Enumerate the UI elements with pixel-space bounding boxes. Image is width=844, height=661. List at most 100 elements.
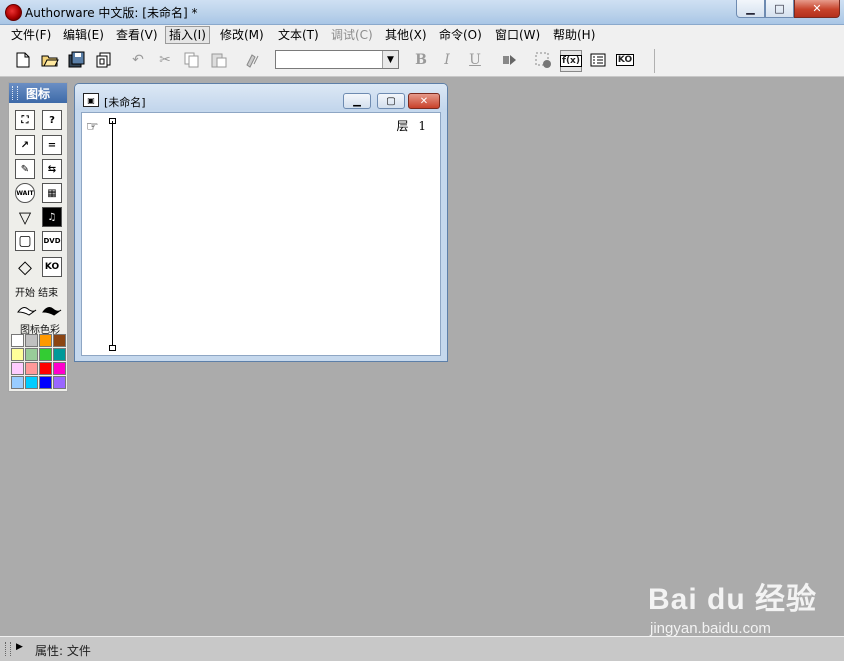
control-panel-icon[interactable] bbox=[533, 50, 553, 70]
color-swatch[interactable] bbox=[11, 376, 24, 389]
start-flag-icon[interactable] bbox=[17, 300, 37, 320]
close-button[interactable]: ✕ bbox=[794, 0, 840, 18]
menu-modify[interactable]: 修改(M) bbox=[217, 27, 267, 43]
font-select[interactable]: ▼ bbox=[275, 50, 399, 69]
erase-icon-tool[interactable]: ✎ bbox=[15, 159, 35, 179]
color-swatch[interactable] bbox=[25, 376, 38, 389]
watermark-url: jingyan.baidu.com bbox=[650, 620, 771, 637]
layer-indicator: 层 1 bbox=[397, 117, 426, 134]
color-swatch[interactable] bbox=[25, 348, 38, 361]
child-restore-button[interactable]: ▢ bbox=[377, 93, 405, 109]
color-swatch[interactable] bbox=[25, 362, 38, 375]
design-window-title: [未命名] bbox=[104, 96, 146, 109]
window-title: Authorware 中文版: [未命名] * bbox=[25, 6, 198, 20]
window-controls: ▁ □ ✕ bbox=[736, 0, 840, 18]
color-swatch[interactable] bbox=[25, 334, 38, 347]
color-swatch[interactable] bbox=[53, 348, 66, 361]
import-icon[interactable] bbox=[94, 50, 114, 70]
chevron-down-icon[interactable]: ▼ bbox=[382, 51, 398, 68]
undo-icon[interactable]: ↶ bbox=[128, 50, 148, 70]
toolbar-divider bbox=[654, 49, 655, 73]
ko-label: KO bbox=[615, 54, 635, 66]
color-swatch[interactable] bbox=[11, 362, 24, 375]
underline-button[interactable]: U bbox=[465, 50, 485, 70]
color-swatch[interactable] bbox=[11, 348, 24, 361]
menu-other[interactable]: 其他(X) bbox=[382, 27, 430, 43]
title-bar[interactable]: Authorware 中文版: [未命名] * ▁ □ ✕ bbox=[0, 0, 844, 25]
knowledge-objects-icon[interactable]: KO bbox=[615, 50, 635, 70]
menu-edit[interactable]: 编辑(E) bbox=[60, 27, 107, 43]
watermark-brand: Bai du 经验 bbox=[648, 583, 818, 616]
menu-window[interactable]: 窗口(W) bbox=[492, 27, 543, 43]
display-icon-tool[interactable]: ⛶ bbox=[15, 110, 35, 130]
map-icon-tool[interactable]: ▢ bbox=[15, 231, 35, 251]
palette-header[interactable]: 图标 bbox=[9, 83, 67, 103]
flowline-window-icon: ▣ bbox=[83, 93, 99, 107]
functions-icon[interactable]: f(x) bbox=[560, 50, 582, 72]
color-swatch[interactable] bbox=[53, 334, 66, 347]
authorware-logo-icon[interactable] bbox=[5, 4, 22, 21]
grip-handle[interactable] bbox=[12, 86, 18, 100]
color-swatch[interactable] bbox=[39, 334, 52, 347]
minimize-button[interactable]: ▁ bbox=[736, 0, 765, 18]
design-window[interactable]: ▣ [未命名] ▁ ▢ ✕ ☞ 层 1 bbox=[74, 83, 448, 362]
find-icon[interactable] bbox=[243, 50, 263, 70]
decision-icon-tool[interactable]: ? bbox=[42, 110, 62, 130]
sound-icon-tool[interactable]: ♫ bbox=[42, 207, 62, 227]
menu-file[interactable]: 文件(F) bbox=[8, 27, 54, 43]
flowline-end-cap bbox=[109, 345, 116, 351]
menu-help[interactable]: 帮助(H) bbox=[550, 27, 598, 43]
main-flowline[interactable] bbox=[112, 121, 113, 347]
framework-icon-tool[interactable]: ▽ bbox=[15, 207, 35, 227]
new-file-icon[interactable] bbox=[13, 50, 33, 70]
wait-icon-tool[interactable]: WAIT bbox=[15, 183, 35, 203]
functions-label: f(x) bbox=[560, 55, 582, 67]
cut-icon[interactable]: ✂ bbox=[155, 50, 175, 70]
italic-button[interactable]: I bbox=[437, 50, 457, 70]
open-icon[interactable] bbox=[40, 50, 60, 70]
properties-bar[interactable]: ▶ 属性: 文件 bbox=[0, 636, 844, 661]
child-close-button[interactable]: ✕ bbox=[408, 93, 440, 109]
menu-insert[interactable]: 插入(I) bbox=[165, 26, 210, 44]
color-swatch[interactable] bbox=[39, 348, 52, 361]
icon-palette[interactable]: 图标 ⛶ ? ↗ = ✎ ⇆ WAIT ▦ ▽ ♫ ▢ DVD ◇ KO 开始 … bbox=[8, 82, 68, 392]
video-icon-tool[interactable]: DVD bbox=[42, 231, 62, 251]
variables-icon[interactable] bbox=[588, 50, 608, 70]
color-swatch[interactable] bbox=[53, 376, 66, 389]
palette-title: 图标 bbox=[26, 87, 51, 101]
menu-text[interactable]: 文本(T) bbox=[275, 27, 322, 43]
paste-hand-icon[interactable]: ☞ bbox=[86, 119, 99, 135]
layer-label: 层 bbox=[396, 119, 409, 133]
bold-button[interactable]: B bbox=[411, 50, 431, 70]
ko-icon-tool[interactable]: KO bbox=[42, 257, 62, 277]
menu-debug[interactable]: 调试(C) bbox=[328, 27, 376, 43]
menu-view[interactable]: 查看(V) bbox=[113, 27, 161, 43]
stop-flag-icon[interactable] bbox=[42, 300, 62, 320]
expand-arrow-icon[interactable]: ▶ bbox=[16, 642, 23, 652]
color-swatch[interactable] bbox=[53, 362, 66, 375]
menu-bar: 文件(F) 编辑(E) 查看(V) 插入(I) 修改(M) 文本(T) 调试(C… bbox=[0, 25, 844, 47]
digital-movie-icon-tool[interactable]: ▦ bbox=[42, 183, 62, 203]
maximize-button[interactable]: □ bbox=[765, 0, 794, 18]
color-swatch[interactable] bbox=[39, 362, 52, 375]
properties-label: 属性: 文件 bbox=[35, 644, 91, 658]
color-swatch[interactable] bbox=[39, 376, 52, 389]
copy-icon[interactable] bbox=[182, 50, 202, 70]
toolbar: ↶ ✂ ▼ B I U f(x) KO bbox=[0, 46, 844, 77]
flowline-canvas[interactable]: ☞ 层 1 bbox=[81, 112, 441, 356]
run-icon[interactable] bbox=[500, 50, 520, 70]
navigate-icon-tool[interactable]: ⇆ bbox=[42, 159, 62, 179]
start-end-label: 开始 结束 bbox=[15, 288, 59, 299]
baidu-jingyan-watermark: Bai du 经验 jingyan.baidu.com bbox=[648, 574, 818, 637]
menu-commands[interactable]: 命令(O) bbox=[436, 27, 485, 43]
design-window-titlebar[interactable]: ▣ [未命名] ▁ ▢ ✕ bbox=[75, 84, 447, 110]
layer-value: 1 bbox=[418, 119, 426, 133]
save-all-icon[interactable] bbox=[67, 50, 87, 70]
paste-icon[interactable] bbox=[209, 50, 229, 70]
motion-icon-tool[interactable]: ↗ bbox=[15, 135, 35, 155]
calculation-icon-tool[interactable]: = bbox=[42, 135, 62, 155]
child-minimize-button[interactable]: ▁ bbox=[343, 93, 371, 109]
grip-handle[interactable] bbox=[5, 642, 11, 656]
interaction-icon-tool[interactable]: ◇ bbox=[15, 257, 35, 278]
color-swatch[interactable] bbox=[11, 334, 24, 347]
